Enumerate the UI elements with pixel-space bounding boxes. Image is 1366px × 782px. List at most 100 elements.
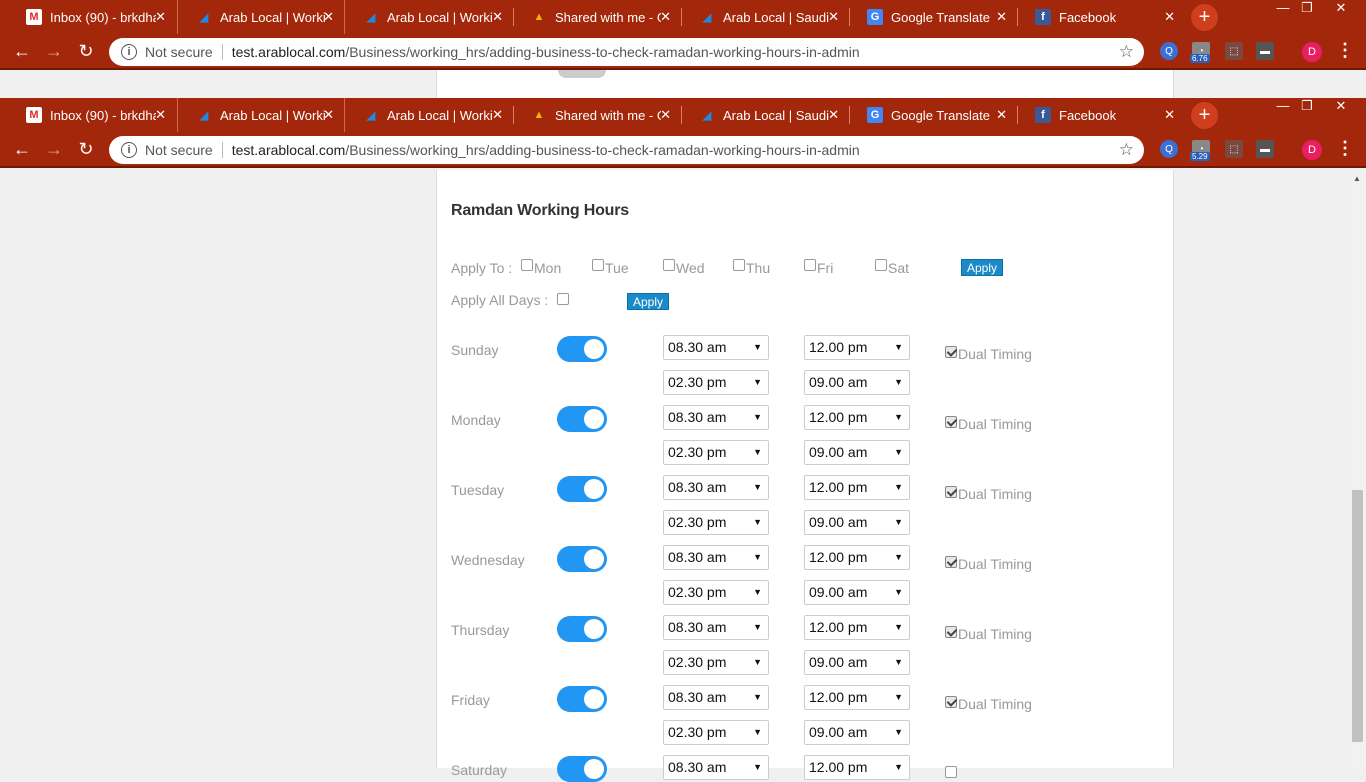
forward-arrow-icon[interactable]: → bbox=[44, 139, 64, 160]
pdf-extension-icon[interactable]: ⬚ bbox=[1225, 42, 1243, 60]
day-toggle[interactable] bbox=[557, 686, 607, 712]
tab-7[interactable]: f Facebook ✕ bbox=[1017, 0, 1185, 34]
open-time-select-2[interactable]: 02.30 pm ▼ bbox=[663, 510, 769, 535]
pdf-extension-icon[interactable]: ⬚ bbox=[1225, 140, 1243, 158]
close-tab-icon[interactable]: ✕ bbox=[828, 107, 839, 123]
day-toggle[interactable] bbox=[557, 406, 607, 432]
address-bar[interactable]: i Not secure test.arablocal.com/Business/w… bbox=[109, 38, 1144, 66]
open-time-select-2[interactable]: 02.30 pm ▼ bbox=[663, 370, 769, 395]
tab-3[interactable]: ◢ Arab Local | Working✕ bbox=[345, 98, 513, 132]
close-time-select[interactable]: 12.00 pm ▼ bbox=[804, 405, 910, 430]
open-time-select-2[interactable]: 02.30 pm ▼ bbox=[663, 650, 769, 675]
close-tab-icon[interactable]: ✕ bbox=[660, 9, 671, 25]
dual-timing-checkbox[interactable] bbox=[945, 486, 957, 498]
day-toggle[interactable] bbox=[557, 336, 607, 362]
weekday-checkbox-thu[interactable] bbox=[733, 259, 745, 271]
day-toggle[interactable] bbox=[557, 476, 607, 502]
day-toggle[interactable] bbox=[557, 616, 607, 642]
tab-5[interactable]: ◢ Arab Local | Saudi A ✕ bbox=[681, 98, 849, 132]
cast-extension-icon[interactable]: ▬ bbox=[1256, 42, 1274, 60]
dual-timing-checkbox[interactable] bbox=[945, 696, 957, 708]
profile-avatar[interactable]: D bbox=[1302, 140, 1322, 160]
dual-timing-checkbox[interactable] bbox=[945, 346, 957, 358]
open-time-select[interactable]: 08.30 am ▼ bbox=[663, 615, 769, 640]
open-time-select-2[interactable]: 02.30 pm ▼ bbox=[663, 580, 769, 605]
scroll-up-arrow-icon[interactable]: ▲ bbox=[1353, 174, 1361, 183]
close-window-icon[interactable]: ✕ bbox=[1326, 98, 1356, 114]
forward-arrow-icon[interactable]: → bbox=[44, 41, 64, 62]
weekday-checkbox-fri[interactable] bbox=[804, 259, 816, 271]
close-time-select-2[interactable]: 09.00 am ▼ bbox=[804, 650, 910, 675]
info-icon[interactable]: i bbox=[121, 44, 137, 60]
close-tab-icon[interactable]: ✕ bbox=[323, 107, 334, 123]
dual-timing-checkbox[interactable] bbox=[945, 416, 957, 428]
back-arrow-icon[interactable]: ← bbox=[12, 139, 32, 160]
close-tab-icon[interactable]: ✕ bbox=[828, 9, 839, 25]
close-tab-icon[interactable]: ✕ bbox=[492, 9, 503, 25]
tab-6[interactable]: G Google Translate ✕ bbox=[849, 98, 1017, 132]
day-toggle[interactable] bbox=[557, 756, 607, 782]
open-time-select-2[interactable]: 02.30 pm ▼ bbox=[663, 720, 769, 745]
tab-7[interactable]: f Facebook ✕ bbox=[1017, 98, 1185, 132]
weekday-checkbox-sat[interactable] bbox=[875, 259, 887, 271]
dual-timing-checkbox[interactable] bbox=[945, 556, 957, 568]
open-time-select-2[interactable]: 02.30 pm ▼ bbox=[663, 440, 769, 465]
new-tab-button[interactable]: + bbox=[1191, 4, 1218, 31]
dual-timing-checkbox[interactable] bbox=[945, 626, 957, 638]
close-time-select[interactable]: 12.00 pm ▼ bbox=[804, 615, 910, 640]
browser-menu-icon[interactable]: ⋮ bbox=[1336, 40, 1354, 61]
close-tab-icon[interactable]: ✕ bbox=[660, 107, 671, 123]
close-tab-icon[interactable]: ✕ bbox=[155, 9, 166, 25]
close-time-select[interactable]: 12.00 pm ▼ bbox=[804, 475, 910, 500]
apply-all-button[interactable]: Apply bbox=[627, 293, 670, 310]
close-time-select-2[interactable]: 09.00 am ▼ bbox=[804, 720, 910, 745]
cast-extension-icon[interactable]: ▬ bbox=[1256, 140, 1274, 158]
close-tab-icon[interactable]: ✕ bbox=[996, 107, 1007, 123]
close-time-select-2[interactable]: 09.00 am ▼ bbox=[804, 580, 910, 605]
open-time-select[interactable]: 08.30 am ▼ bbox=[663, 685, 769, 710]
tab-2[interactable]: ◢ Arab Local | Working✕ bbox=[177, 0, 345, 34]
open-time-select[interactable]: 08.30 am ▼ bbox=[663, 335, 769, 360]
tab-5[interactable]: ◢ Arab Local | Saudi A ✕ bbox=[681, 0, 849, 34]
tab-4[interactable]: ▲ Shared with me - G ✕ bbox=[513, 98, 681, 132]
weekday-checkbox-tue[interactable] bbox=[592, 259, 604, 271]
open-time-select[interactable]: 08.30 am ▼ bbox=[663, 405, 769, 430]
browser-menu-icon[interactable]: ⋮ bbox=[1336, 138, 1354, 159]
reload-icon[interactable]: ↻ bbox=[76, 139, 96, 160]
close-tab-icon[interactable]: ✕ bbox=[1164, 107, 1175, 123]
close-window-icon[interactable]: ✕ bbox=[1326, 0, 1356, 16]
close-time-select[interactable]: 12.00 pm ▼ bbox=[804, 685, 910, 710]
close-tab-icon[interactable]: ✕ bbox=[323, 9, 334, 25]
close-time-select-2[interactable]: 09.00 am ▼ bbox=[804, 510, 910, 535]
close-time-select-2[interactable]: 09.00 am ▼ bbox=[804, 370, 910, 395]
tab-6[interactable]: G Google Translate ✕ bbox=[849, 0, 1017, 34]
tab-2[interactable]: ◢ Arab Local | Working✕ bbox=[177, 98, 345, 132]
apply-weekdays-button[interactable]: Apply bbox=[961, 259, 1004, 276]
close-tab-icon[interactable]: ✕ bbox=[996, 9, 1007, 25]
new-tab-button[interactable]: + bbox=[1191, 102, 1218, 129]
tab-1[interactable]: M Inbox (90) - brkdhar ✕ bbox=[8, 0, 176, 34]
address-bar[interactable]: i Not secure test.arablocal.com/Business/w… bbox=[109, 136, 1144, 164]
tab-3[interactable]: ◢ Arab Local | Working✕ bbox=[345, 0, 513, 34]
close-tab-icon[interactable]: ✕ bbox=[155, 107, 166, 123]
tab-4[interactable]: ▲ Shared with me - G ✕ bbox=[513, 0, 681, 34]
search-extension-icon[interactable]: Q bbox=[1160, 140, 1178, 158]
reload-icon[interactable]: ↻ bbox=[76, 41, 96, 62]
weekday-checkbox-wed[interactable] bbox=[663, 259, 675, 271]
close-tab-icon[interactable]: ✕ bbox=[492, 107, 503, 123]
close-time-select-2[interactable]: 09.00 am ▼ bbox=[804, 440, 910, 465]
restore-icon[interactable]: ❐ bbox=[1292, 98, 1322, 114]
open-time-select[interactable]: 08.30 am ▼ bbox=[663, 545, 769, 570]
bookmark-star-icon[interactable]: ☆ bbox=[1119, 42, 1134, 62]
open-time-select[interactable]: 08.30 am ▼ bbox=[663, 475, 769, 500]
close-tab-icon[interactable]: ✕ bbox=[1164, 9, 1175, 25]
day-toggle[interactable] bbox=[557, 546, 607, 572]
scrollbar[interactable]: ▲ bbox=[1349, 170, 1366, 768]
profile-avatar[interactable]: D bbox=[1302, 42, 1322, 62]
close-time-select[interactable]: 12.00 pm ▼ bbox=[804, 545, 910, 570]
close-time-select[interactable]: 12.00 pm ▼ bbox=[804, 335, 910, 360]
bookmark-star-icon[interactable]: ☆ bbox=[1119, 140, 1134, 160]
tab-1[interactable]: M Inbox (90) - brkdhar ✕ bbox=[8, 98, 176, 132]
info-icon[interactable]: i bbox=[121, 142, 137, 158]
restore-icon[interactable]: ❐ bbox=[1292, 0, 1322, 16]
